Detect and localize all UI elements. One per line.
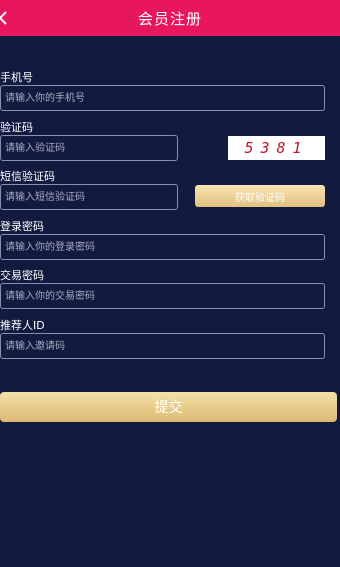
login-password-label: 登录密码 xyxy=(0,220,44,233)
sms-code-label: 短信验证码 xyxy=(0,170,55,183)
trade-password-label: 交易密码 xyxy=(0,269,44,282)
submit-button[interactable]: 提交 xyxy=(0,392,337,422)
sms-code-input[interactable] xyxy=(0,184,178,210)
phone-input[interactable] xyxy=(0,85,325,111)
page-title: 会员注册 xyxy=(137,9,202,28)
phone-label: 手机号 xyxy=(0,71,33,84)
chevron-left-icon[interactable] xyxy=(0,8,12,28)
header-bar: 会员注册 xyxy=(0,0,340,36)
trade-password-input[interactable] xyxy=(0,283,325,309)
login-password-input[interactable] xyxy=(0,234,325,260)
referrer-input[interactable] xyxy=(0,333,325,359)
get-sms-code-button[interactable]: 获取验证码 xyxy=(195,185,325,207)
verify-code-input[interactable] xyxy=(0,135,178,161)
captcha-image[interactable]: 5381 xyxy=(228,136,325,160)
referrer-label: 推荐人ID xyxy=(0,319,45,332)
captcha-text: 5381 xyxy=(244,139,309,157)
verify-code-label: 验证码 xyxy=(0,121,33,134)
